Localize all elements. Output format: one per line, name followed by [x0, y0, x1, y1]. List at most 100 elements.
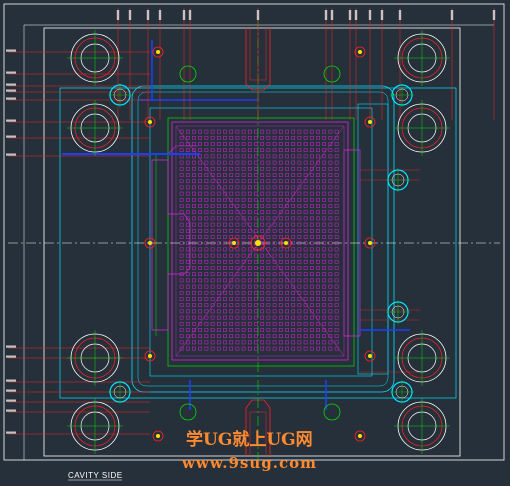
cavity-cell — [278, 179, 283, 184]
cavity-cell — [229, 340, 234, 345]
cavity-cell — [223, 148, 227, 153]
cavity-cell — [229, 166, 234, 171]
cavity-cell — [241, 278, 246, 283]
cavity-cell — [235, 191, 240, 196]
cavity-cell — [223, 160, 227, 165]
cavity-cell — [297, 179, 302, 184]
cavity-cell — [272, 142, 277, 146]
cavity-cell — [322, 340, 327, 345]
cavity-cell — [247, 129, 252, 134]
cavity-cell — [254, 346, 258, 351]
cavity-cell — [185, 278, 190, 283]
cavity-cell — [247, 259, 252, 264]
cavity-cell — [272, 129, 277, 134]
cavity-cell — [216, 191, 221, 196]
cavity-cell — [241, 154, 246, 159]
cavity-cell — [309, 328, 314, 332]
cavity-cell — [309, 278, 314, 283]
cavity-cell — [266, 160, 271, 165]
cavity-cell — [216, 278, 221, 283]
cavity-cell — [334, 266, 339, 270]
cavity-cell — [241, 148, 246, 153]
cavity-cell — [334, 278, 339, 283]
cavity-cell — [229, 346, 234, 351]
cavity-cell — [216, 328, 221, 332]
cavity-cell — [254, 204, 258, 208]
cavity-cell — [316, 185, 320, 190]
cavity-cell — [235, 135, 240, 140]
cavity-cell — [210, 235, 215, 239]
cavity-cell — [216, 204, 221, 208]
cavity-cell — [235, 284, 240, 289]
cavity-cell — [216, 228, 221, 233]
cavity-cell — [291, 228, 296, 233]
cavity-cell — [285, 160, 289, 165]
screw-center — [156, 50, 160, 54]
cavity-cell — [216, 135, 221, 140]
cavity-cell — [272, 290, 277, 295]
cavity-cell — [297, 222, 302, 227]
cavity-cell — [266, 253, 271, 258]
cavity-cell — [291, 328, 296, 332]
cavity-cell — [198, 272, 203, 277]
cavity-cell — [278, 284, 283, 289]
cavity-cell — [192, 259, 196, 264]
cavity-cell — [328, 197, 333, 202]
cavity-cell — [266, 135, 271, 140]
cavity-cell — [322, 210, 327, 215]
cavity-cell — [322, 284, 327, 289]
cavity-cell — [247, 142, 252, 146]
cavity-cell — [223, 259, 227, 264]
cad-drawing-viewport[interactable]: CAVITY SIDE 学UG就上UG网 www.9sug.com — [0, 0, 510, 486]
cavity-cell — [334, 247, 339, 252]
cavity-cell — [210, 309, 215, 314]
cavity-cell — [241, 142, 246, 146]
cavity-cell — [291, 309, 296, 314]
cavity-cell — [254, 197, 258, 202]
cavity-cell — [198, 222, 203, 227]
cavity-cell — [291, 253, 296, 258]
cavity-cell — [272, 173, 277, 177]
cavity-cell — [303, 321, 308, 326]
cavity-cell — [278, 321, 283, 326]
cavity-cell — [210, 154, 215, 159]
screw-center — [368, 354, 372, 358]
cavity-cell — [223, 253, 227, 258]
cavity-cell — [254, 135, 258, 140]
cavity-cell — [278, 346, 283, 351]
cavity-cell — [223, 272, 227, 277]
cavity-cell — [278, 290, 283, 295]
cavity-cell — [254, 328, 258, 332]
cavity-cell — [210, 135, 215, 140]
caption-text: CAVITY SIDE — [68, 471, 123, 480]
cavity-cell — [316, 290, 320, 295]
cavity-cell — [254, 173, 258, 177]
cavity-cell — [303, 210, 308, 215]
cavity-cell — [223, 309, 227, 314]
cavity-cell — [198, 204, 203, 208]
cavity-cell — [334, 179, 339, 184]
cavity-cell — [272, 185, 277, 190]
cavity-cell — [285, 129, 289, 134]
cavity-cell — [260, 160, 265, 165]
cavity-cell — [223, 346, 227, 351]
cavity-cell — [198, 315, 203, 320]
cavity-cell — [309, 129, 314, 134]
cavity-cell — [235, 328, 240, 332]
cavity-cell — [185, 297, 190, 301]
cavity-cell — [316, 216, 320, 221]
cavity-cell — [210, 142, 215, 146]
cavity-cell — [229, 297, 234, 301]
cavity-cell — [278, 222, 283, 227]
cavity-cell — [235, 303, 240, 308]
cavity-cell — [241, 315, 246, 320]
dimension-tick-label — [6, 379, 16, 382]
cavity-cell — [185, 228, 190, 233]
cavity-cell — [192, 173, 196, 177]
cavity-cell — [316, 235, 320, 239]
cavity-cell — [198, 191, 203, 196]
cavity-cell — [303, 272, 308, 277]
cavity-cell — [297, 297, 302, 301]
cavity-cell — [278, 253, 283, 258]
cavity-cell — [198, 309, 203, 314]
